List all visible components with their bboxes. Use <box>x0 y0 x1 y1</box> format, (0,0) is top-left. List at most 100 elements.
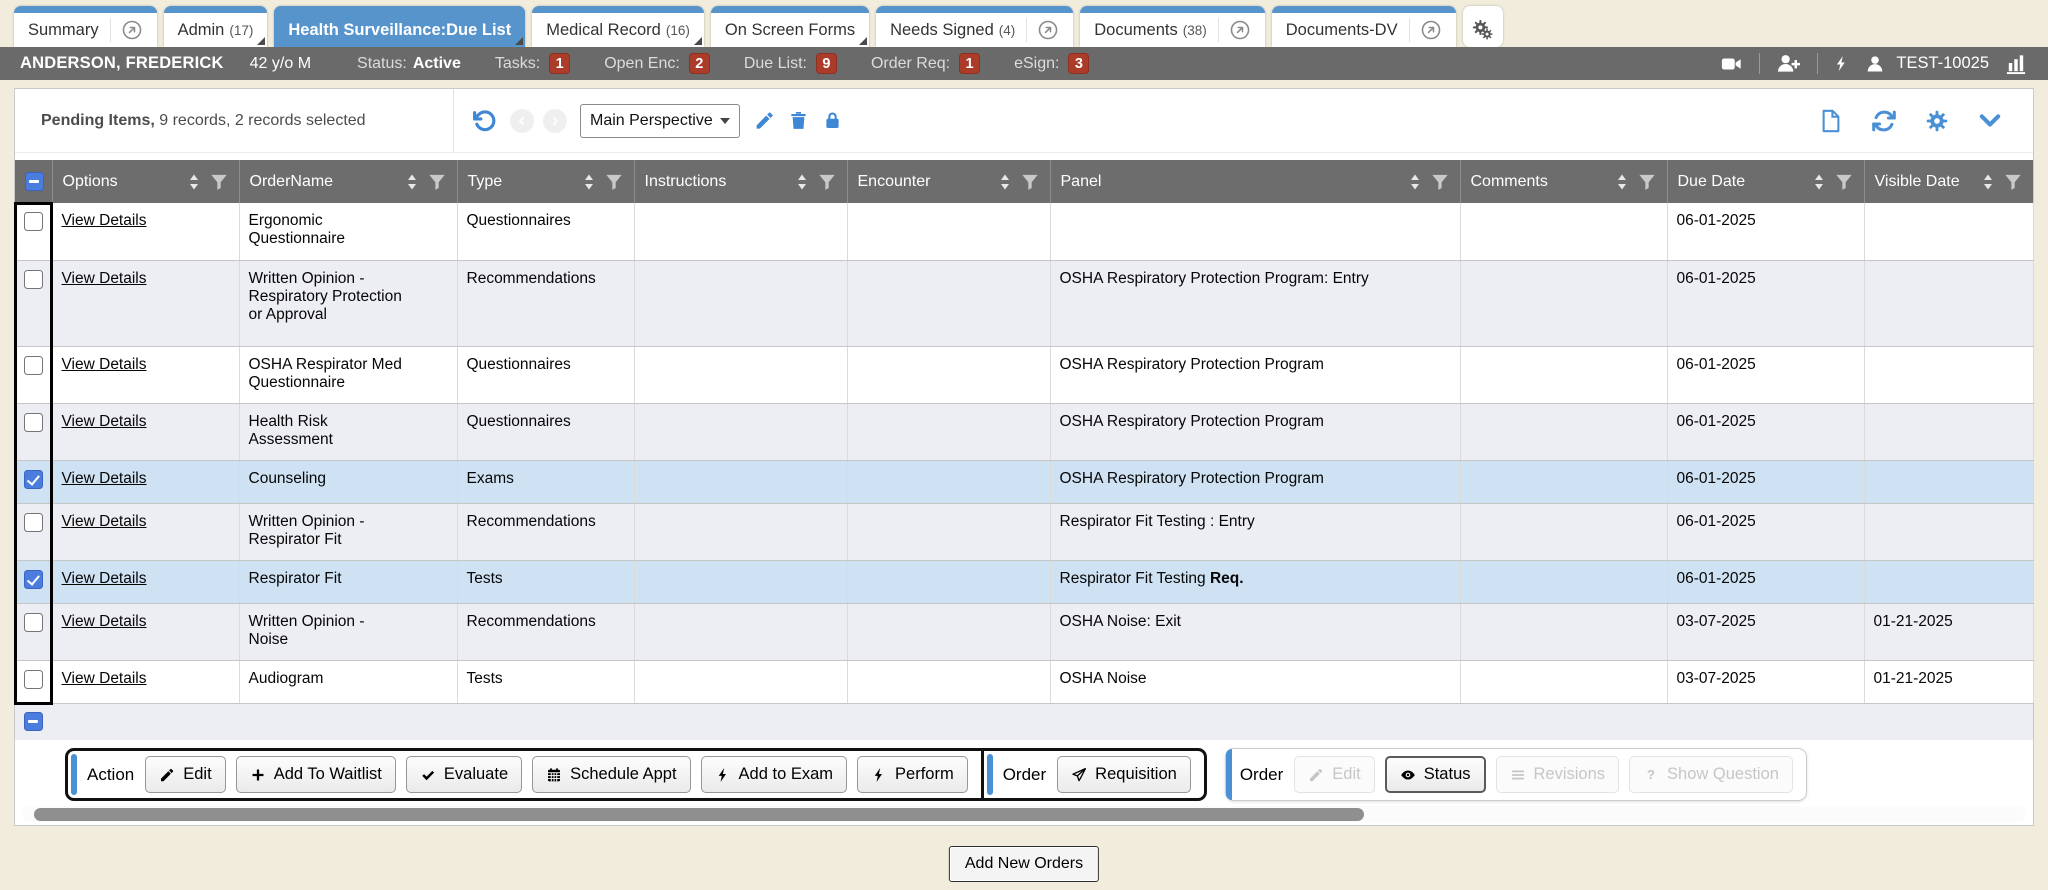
edit-perspective-button[interactable] <box>754 110 775 131</box>
sort-icon[interactable] <box>1405 172 1425 192</box>
tab-summary[interactable]: Summary <box>14 6 157 47</box>
tab-settings-button[interactable] <box>1463 6 1503 47</box>
collapse-button[interactable] <box>1977 108 2003 134</box>
view-details-link[interactable]: View Details <box>62 356 147 373</box>
refresh-button[interactable] <box>1871 108 1897 134</box>
view-details-link[interactable]: View Details <box>62 570 147 587</box>
grid-settings-button[interactable] <box>1924 108 1950 134</box>
tab-medical-record[interactable]: Medical Record(16) <box>532 6 704 47</box>
tab-needs-signed[interactable]: Needs Signed(4) <box>876 6 1073 47</box>
sort-icon[interactable] <box>995 172 1015 192</box>
view-details-link[interactable]: View Details <box>62 212 147 229</box>
sort-icon[interactable] <box>402 172 422 192</box>
view-details-link[interactable]: View Details <box>62 413 147 430</box>
view-details-link[interactable]: View Details <box>62 613 147 630</box>
popout-icon[interactable] <box>1037 19 1059 41</box>
sort-icon[interactable] <box>792 172 812 192</box>
col-header-due-date[interactable]: Due Date <box>1667 160 1864 203</box>
tab-label: Medical Record <box>546 21 661 40</box>
row-checkbox[interactable] <box>24 513 43 532</box>
popout-icon[interactable] <box>121 19 143 41</box>
popout-icon[interactable] <box>1420 19 1442 41</box>
order-status-revisions-button[interactable]: Revisions <box>1496 756 1620 793</box>
quick-actions-button[interactable] <box>1833 53 1850 74</box>
action-schedule-appt-button[interactable]: Schedule Appt <box>532 756 690 793</box>
counter-badge[interactable]: 3 <box>1068 53 1089 74</box>
row-checkbox[interactable] <box>24 470 43 489</box>
funnel-icon[interactable] <box>1430 172 1450 192</box>
view-details-link[interactable]: View Details <box>62 513 147 530</box>
sort-icon[interactable] <box>1978 172 1998 192</box>
scrollbar-thumb[interactable] <box>34 808 1364 821</box>
action-add-to-waitlist-button[interactable]: Add To Waitlist <box>236 756 396 793</box>
order-status-show-question-button[interactable]: ?Show Question <box>1629 756 1793 793</box>
add-new-orders-button[interactable]: Add New Orders <box>949 846 1099 882</box>
funnel-icon[interactable] <box>2003 172 2023 192</box>
next-page-button[interactable] <box>543 109 567 133</box>
order-status-status-button[interactable]: Status <box>1385 756 1486 793</box>
add-user-button[interactable] <box>1775 52 1802 75</box>
row-checkbox[interactable] <box>24 270 43 289</box>
perspective-select[interactable]: Main Perspective <box>580 104 740 138</box>
tab-on-screen-forms[interactable]: On Screen Forms <box>711 6 869 47</box>
select-all-footer-checkbox[interactable] <box>24 712 43 731</box>
counter-badge[interactable]: 2 <box>689 53 710 74</box>
action-evaluate-button[interactable]: Evaluate <box>406 756 522 793</box>
tab-health-surveillance-due-list[interactable]: Health Surveillance:Due List <box>274 6 525 47</box>
view-details-link[interactable]: View Details <box>62 270 147 287</box>
lock-perspective-button[interactable] <box>822 110 843 131</box>
counter-badge[interactable]: 9 <box>816 53 837 74</box>
action-perform-button[interactable]: Perform <box>857 756 968 793</box>
row-checkbox[interactable] <box>24 413 43 432</box>
row-checkbox[interactable] <box>24 212 43 231</box>
counter-badge[interactable]: 1 <box>549 53 570 74</box>
col-header-options[interactable]: Options <box>52 160 239 203</box>
prev-page-button[interactable] <box>510 109 534 133</box>
menu-icon <box>1510 767 1526 783</box>
row-checkbox[interactable] <box>24 670 43 689</box>
type-cell: Recommendations <box>457 260 634 346</box>
col-header-panel[interactable]: Panel <box>1050 160 1460 203</box>
sort-icon[interactable] <box>579 172 599 192</box>
action-add-to-exam-button[interactable]: Add to Exam <box>701 756 847 793</box>
col-header-visible-date[interactable]: Visible Date <box>1864 160 2033 203</box>
reports-button[interactable] <box>2004 52 2028 75</box>
sort-icon[interactable] <box>184 172 204 192</box>
counter-badge[interactable]: 1 <box>959 53 980 74</box>
funnel-icon[interactable] <box>1020 172 1040 192</box>
sort-icon[interactable] <box>1809 172 1829 192</box>
row-checkbox[interactable] <box>24 570 43 589</box>
funnel-icon[interactable] <box>1834 172 1854 192</box>
col-header-comments[interactable]: Comments <box>1460 160 1667 203</box>
delete-perspective-button[interactable] <box>788 110 809 131</box>
col-header-instructions[interactable]: Instructions <box>634 160 847 203</box>
funnel-icon[interactable] <box>817 172 837 192</box>
video-call-button[interactable] <box>1719 53 1744 75</box>
row-checkbox[interactable] <box>24 356 43 375</box>
view-details-link[interactable]: View Details <box>62 470 147 487</box>
funnel-icon[interactable] <box>209 172 229 192</box>
order-status-edit-button[interactable]: Edit <box>1294 756 1374 793</box>
funnel-icon[interactable] <box>427 172 447 192</box>
sort-icon[interactable] <box>1612 172 1632 192</box>
action-edit-button[interactable]: Edit <box>145 756 225 793</box>
tab-documents[interactable]: Documents(38) <box>1080 6 1264 47</box>
col-header-ordername[interactable]: OrderName <box>239 160 457 203</box>
view-details-link[interactable]: View Details <box>62 670 147 687</box>
funnel-icon[interactable] <box>1637 172 1657 192</box>
user-id[interactable]: TEST-10025 <box>1896 54 1989 73</box>
order-requisition-button[interactable]: Requisition <box>1057 756 1191 793</box>
tab-admin[interactable]: Admin(17) <box>164 6 268 47</box>
col-header-encounter[interactable]: Encounter <box>847 160 1050 203</box>
col-header-type[interactable]: Type <box>457 160 634 203</box>
undo-button[interactable] <box>472 108 497 133</box>
select-all-checkbox[interactable] <box>25 172 44 191</box>
select-all-header[interactable] <box>15 160 52 203</box>
funnel-icon[interactable] <box>604 172 624 192</box>
tab-documents-dv[interactable]: Documents-DV <box>1272 6 1456 47</box>
horizontal-scrollbar[interactable] <box>22 806 2026 822</box>
new-document-button[interactable] <box>1818 108 1844 134</box>
user-menu-button[interactable] <box>1865 54 1885 74</box>
popout-icon[interactable] <box>1229 19 1251 41</box>
row-checkbox[interactable] <box>24 613 43 632</box>
